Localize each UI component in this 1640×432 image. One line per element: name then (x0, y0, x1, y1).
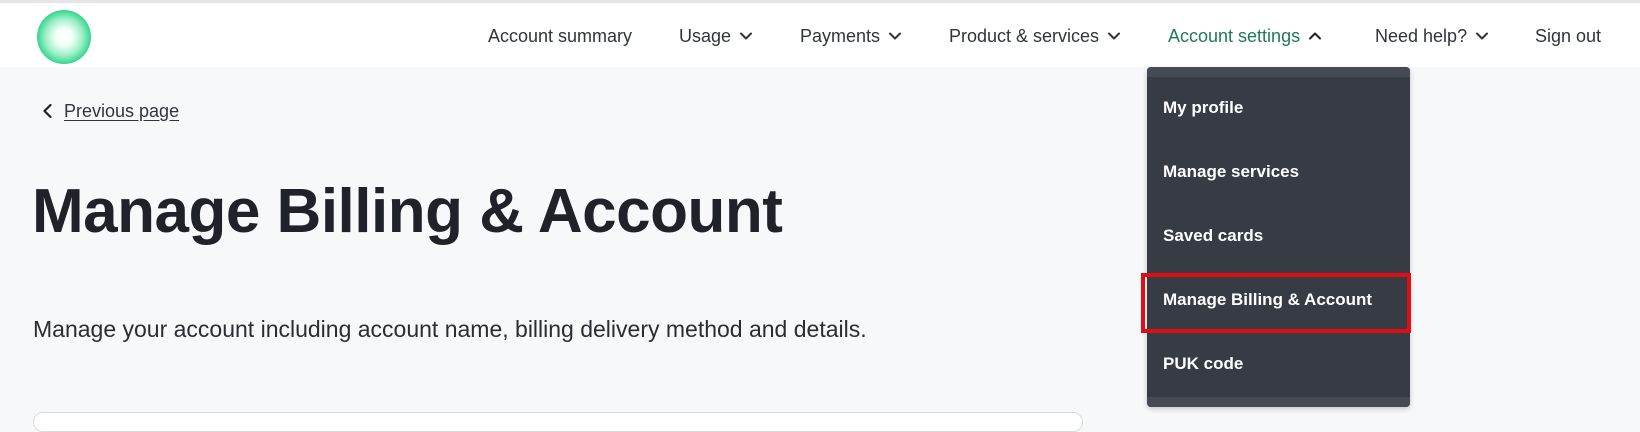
main-nav: Account summary Usage Payments Product &… (0, 3, 1640, 67)
menu-item-puk-code[interactable]: PUK code (1163, 351, 1243, 377)
nav-label: Sign out (1535, 25, 1602, 46)
dropdown-top-band (1147, 67, 1410, 77)
nav-account-settings[interactable]: Account settings (1168, 25, 1323, 47)
page-description: Manage your account including account na… (33, 316, 867, 342)
menu-item-manage-services[interactable]: Manage services (1163, 159, 1299, 185)
nav-sign-out[interactable]: Sign out (1535, 25, 1601, 47)
chevron-down-icon (887, 28, 903, 44)
chevron-down-icon (1106, 28, 1122, 44)
content-card (33, 412, 1083, 432)
chevron-up-icon (1307, 28, 1323, 44)
nav-usage[interactable]: Usage (679, 25, 754, 47)
nav-label: Usage (679, 25, 732, 46)
nav-account-summary[interactable]: Account summary (488, 25, 632, 47)
nav-label: Payments (800, 25, 881, 46)
nav-label: Account summary (488, 25, 633, 46)
nav-label: Product & services (949, 25, 1100, 46)
highlight-box (1141, 273, 1411, 333)
page-title: Manage Billing & Account (32, 177, 783, 246)
chevron-left-icon (38, 101, 58, 121)
previous-page-link[interactable]: Previous page (38, 98, 179, 124)
nav-label: Account settings (1168, 25, 1301, 46)
menu-item-saved-cards[interactable]: Saved cards (1163, 223, 1263, 249)
chevron-down-icon (1474, 28, 1490, 44)
account-settings-dropdown: My profile Manage services Saved cards M… (1147, 67, 1410, 407)
chevron-down-icon (738, 28, 754, 44)
nav-payments[interactable]: Payments (800, 25, 903, 47)
dropdown-bottom-band (1147, 397, 1410, 407)
nav-label: Need help? (1375, 25, 1468, 46)
previous-page-label: Previous page (64, 100, 180, 121)
nav-need-help[interactable]: Need help? (1375, 25, 1490, 47)
site-header: Account summary Usage Payments Product &… (0, 3, 1640, 67)
menu-item-my-profile[interactable]: My profile (1163, 95, 1243, 121)
nav-product-services[interactable]: Product & services (949, 25, 1122, 47)
